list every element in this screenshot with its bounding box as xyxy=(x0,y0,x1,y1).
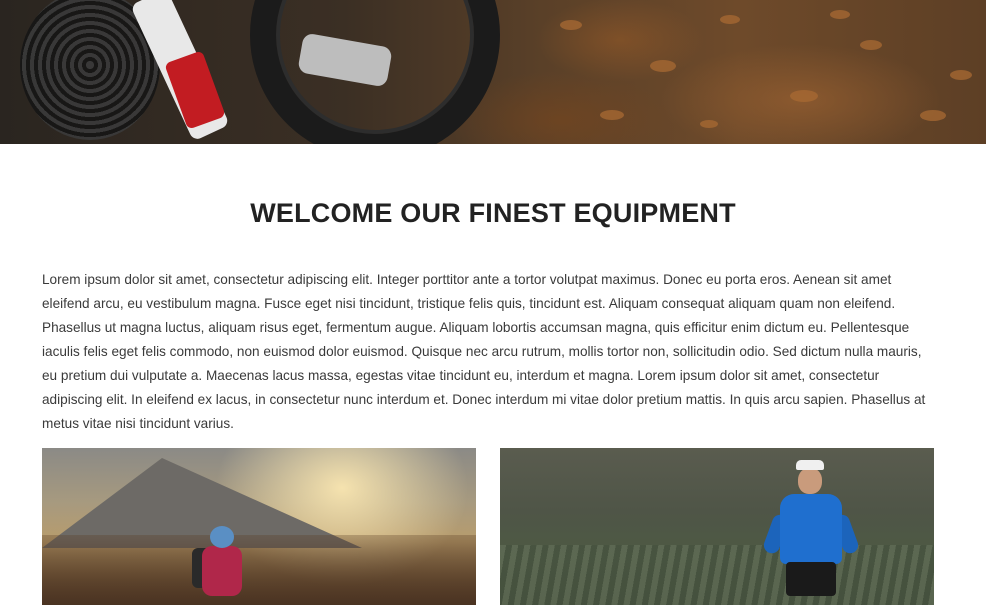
runner-figure xyxy=(761,456,861,605)
hero-banner-image xyxy=(0,0,986,144)
hiker-photo xyxy=(42,448,476,605)
section-title: WELCOME OUR FINEST EQUIPMENT xyxy=(250,198,736,228)
scrub-graphic xyxy=(500,545,934,605)
bike-red-part-graphic xyxy=(164,50,226,130)
intro-paragraph: Lorem ipsum dolor sit amet, consectetur … xyxy=(42,272,926,431)
hiker-figure xyxy=(192,526,247,605)
brush-graphic xyxy=(42,535,476,605)
runner-photo xyxy=(500,448,934,605)
